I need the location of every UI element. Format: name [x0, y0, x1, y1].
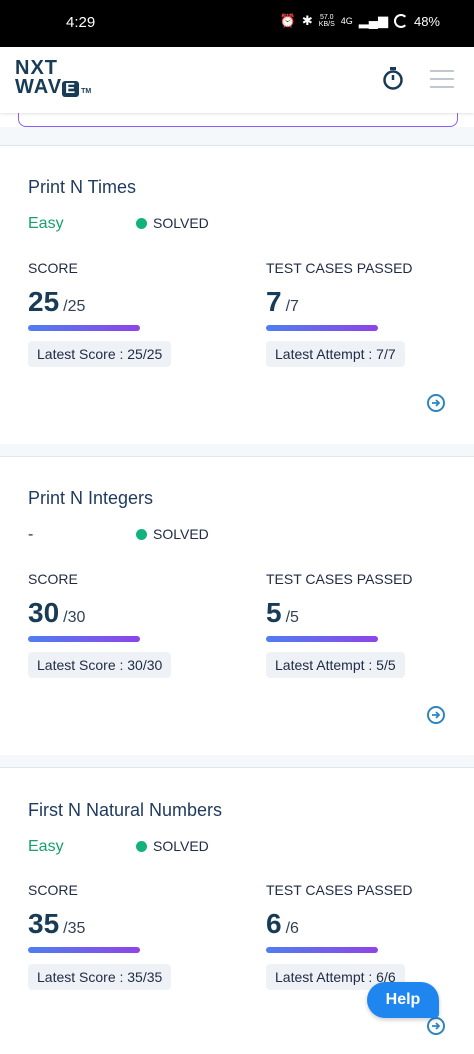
problem-card[interactable]: Print N Times Easy SOLVED SCORE TEST CAS…	[0, 145, 474, 445]
score-progress-bar	[28, 325, 140, 331]
score-label: SCORE	[28, 260, 78, 276]
difficulty-label: Easy	[28, 838, 64, 855]
latest-score-pill: Latest Score : 30/30	[28, 652, 172, 678]
score-value: 25/25	[28, 286, 86, 317]
stopwatch-icon[interactable]	[382, 67, 404, 96]
test-cases-label: TEST CASES PASSED	[266, 260, 413, 276]
network-speed: 57.0 KB/S	[318, 14, 335, 28]
status-icons: ⏰ ✱ 57.0 KB/S 4G ▂▄▆ 48%	[280, 13, 440, 29]
solved-dot-icon	[136, 217, 147, 229]
card-gap	[0, 127, 474, 145]
test-cases-progress-bar	[266, 636, 378, 642]
previous-card-edge	[18, 113, 458, 127]
test-cases-value: 5/5	[266, 597, 299, 628]
problem-title: Print N Integers	[28, 488, 154, 508]
problem-card[interactable]: Print N Integers - SOLVED SCORE TEST CAS…	[0, 456, 474, 756]
problem-title: Print N Times	[28, 177, 137, 197]
arrow-right-circle-icon[interactable]	[427, 1017, 445, 1035]
latest-score-pill: Latest Score : 25/25	[28, 341, 172, 367]
test-cases-label: TEST CASES PASSED	[266, 882, 413, 898]
status-time: 4:29	[66, 14, 96, 31]
test-cases-progress-bar	[266, 947, 378, 953]
nxtwave-logo[interactable]: NXT WAV E TM	[15, 58, 91, 101]
latest-score-pill: Latest Score : 35/35	[28, 964, 172, 990]
problem-title: First N Natural Numbers	[28, 800, 223, 820]
status-badge: SOLVED	[136, 215, 209, 231]
solved-dot-icon	[136, 528, 147, 540]
latest-attempt-pill: Latest Attempt : 7/7	[266, 341, 405, 367]
status-badge: SOLVED	[136, 838, 209, 854]
score-value: 30/30	[28, 597, 86, 628]
battery-icon	[393, 14, 408, 28]
signal-icon: ▂▄▆	[358, 13, 388, 28]
bluetooth-icon: ✱	[301, 13, 313, 28]
difficulty-label: Easy	[28, 215, 64, 232]
test-cases-progress-bar	[266, 325, 378, 331]
help-button[interactable]: Help	[367, 982, 439, 1018]
score-label: SCORE	[28, 882, 78, 898]
score-progress-bar	[28, 636, 140, 642]
test-cases-value: 6/6	[266, 908, 299, 939]
score-value: 35/35	[28, 908, 86, 939]
arrow-right-circle-icon[interactable]	[427, 706, 445, 724]
latest-attempt-pill: Latest Attempt : 5/5	[266, 652, 405, 678]
test-cases-value: 7/7	[266, 286, 299, 317]
test-cases-label: TEST CASES PASSED	[266, 571, 413, 587]
arrow-right-circle-icon[interactable]	[427, 394, 445, 412]
solved-dot-icon	[136, 840, 147, 852]
hamburger-menu-icon[interactable]	[430, 70, 454, 94]
status-badge: SOLVED	[136, 526, 209, 542]
difficulty-label: -	[28, 526, 34, 543]
card-gap	[0, 755, 474, 767]
alarm-icon: ⏰	[279, 13, 296, 28]
score-label: SCORE	[28, 571, 78, 587]
card-gap	[0, 444, 474, 456]
network-type: 4G	[340, 16, 353, 26]
score-progress-bar	[28, 947, 140, 953]
battery-level: 48%	[413, 13, 440, 29]
status-bar: 4:29 ⏰ ✱ 57.0 KB/S 4G ▂▄▆ 48%	[0, 0, 474, 47]
